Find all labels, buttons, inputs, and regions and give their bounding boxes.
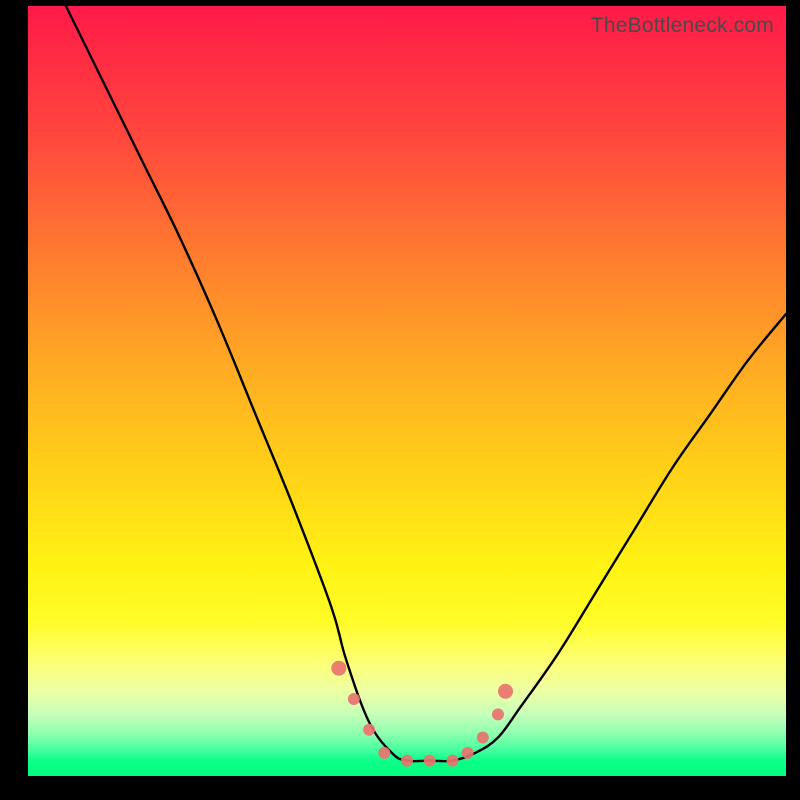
curve-marker	[348, 693, 360, 705]
curve-marker	[492, 708, 504, 720]
chart-plot-area: TheBottleneck.com	[28, 6, 786, 776]
curve-marker	[498, 684, 513, 699]
bottleneck-curve	[28, 0, 786, 761]
curve-marker	[462, 747, 474, 759]
curve-marker	[424, 755, 436, 767]
curve-marker	[378, 747, 390, 759]
curve-marker	[477, 732, 489, 744]
marker-group	[331, 661, 513, 767]
bottleneck-curve-svg	[28, 6, 786, 776]
curve-marker	[363, 724, 375, 736]
curve-marker	[447, 755, 459, 767]
curve-marker	[331, 661, 346, 676]
curve-marker	[401, 755, 413, 767]
chart-frame: TheBottleneck.com	[0, 0, 800, 800]
